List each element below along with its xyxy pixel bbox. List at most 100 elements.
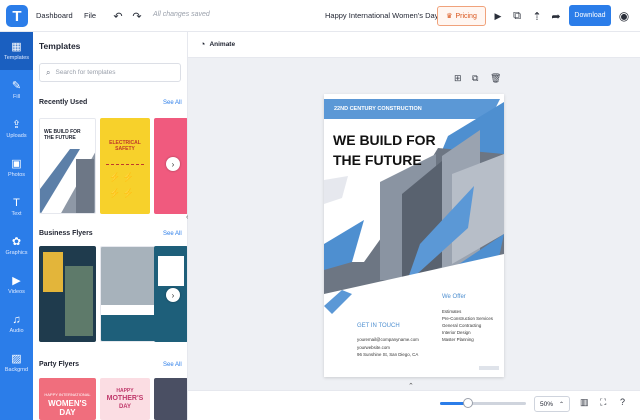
offer-item: Pre-Construction Services xyxy=(442,316,493,321)
carousel-next-recent[interactable]: › xyxy=(166,157,180,171)
poster-headline-line1[interactable]: WE BUILD FOR xyxy=(333,132,436,148)
contact-title[interactable]: GET IN TOUCH xyxy=(357,323,400,329)
rail-item-uploads[interactable]: ⇪ Uploads xyxy=(0,110,33,148)
dashboard-link[interactable]: Dashboard xyxy=(36,11,73,20)
undo-icon[interactable]: ↶ xyxy=(110,8,126,24)
offer-list[interactable]: Estimates Pre-Construction Services Gene… xyxy=(442,308,493,343)
templates-panel: Templates ⌕ Recently Used See All WE BUI… xyxy=(33,32,188,420)
download-button[interactable]: Download xyxy=(569,5,611,26)
rail-label: Backgrnd xyxy=(4,367,29,373)
poster-page[interactable]: 22ND CENTURY CONSTRUCTION WE BUILD FOR T… xyxy=(324,94,504,377)
rail-item-graphics[interactable]: ✿ Graphics xyxy=(0,227,33,265)
share-icon[interactable]: ➦ xyxy=(548,8,564,24)
rail-item-fill[interactable]: ✎ Fill xyxy=(0,71,33,109)
video-icon: ▶ xyxy=(12,275,21,287)
expand-pages-icon[interactable]: ⌃ xyxy=(408,382,414,390)
template-thumb-electrical[interactable]: ELECTRICAL SAFETY ⚡ ⚡ ⚡ ⚡ xyxy=(100,118,150,214)
redo-icon[interactable]: ↷ xyxy=(129,8,145,24)
carousel-next-business[interactable]: › xyxy=(166,288,180,302)
templates-icon: ▦ xyxy=(11,41,22,53)
thumb-decoration xyxy=(43,252,63,292)
save-status: All changes saved xyxy=(153,11,210,18)
duplicate-page-icon[interactable]: ⧉ xyxy=(472,73,478,84)
template-thumb-business-1[interactable] xyxy=(39,246,96,342)
delete-page-icon[interactable]: 🗑 xyxy=(490,73,501,84)
offer-item: Master Planning xyxy=(442,337,474,342)
resize-icon[interactable]: ⧉ xyxy=(509,8,525,24)
publish-icon[interactable]: ⇡ xyxy=(529,8,545,24)
offer-title[interactable]: We Offer xyxy=(442,294,466,300)
section-title-party: Party Flyers xyxy=(39,361,80,368)
thumb-title-line: DAY xyxy=(118,404,132,410)
background-icon: ▨ xyxy=(11,353,22,365)
add-page-icon[interactable]: ⊞ xyxy=(454,73,462,84)
template-thumb-party-3[interactable] xyxy=(154,378,187,420)
template-thumb-construction[interactable]: WE BUILD FOR THE FUTURE xyxy=(39,118,96,214)
offer-item: Estimates xyxy=(442,309,462,314)
offer-item: Interior Design xyxy=(442,330,471,335)
panel-title: Templates xyxy=(39,41,81,51)
rail-label: Graphics xyxy=(5,250,28,256)
template-search[interactable]: ⌕ xyxy=(39,63,181,82)
animate-icon: ◔ xyxy=(200,39,206,49)
thumb-title-line: MOTHER'S xyxy=(106,395,144,402)
text-icon: T xyxy=(13,197,20,209)
upload-icon: ⇪ xyxy=(11,119,22,131)
thumb-decoration xyxy=(106,164,144,206)
rail-label: Photos xyxy=(7,172,26,178)
poster-headline-line2[interactable]: THE FUTURE xyxy=(333,152,422,168)
help-icon[interactable]: ? xyxy=(620,397,625,407)
zoom-slider[interactable] xyxy=(440,402,526,405)
rail-item-background[interactable]: ▨ Backgrnd xyxy=(0,344,33,382)
rail-label: Audio xyxy=(9,328,24,334)
crown-icon: ♛ xyxy=(446,13,453,20)
audio-icon: ♫ xyxy=(12,314,21,326)
top-bar: T Dashboard File ↶ ↷ All changes saved H… xyxy=(0,0,640,32)
rail-item-text[interactable]: T Text xyxy=(0,188,33,226)
chevron-up-icon: ⌃ xyxy=(558,401,565,408)
rail-item-videos[interactable]: ▶ Videos xyxy=(0,266,33,304)
rail-item-photos[interactable]: ▣ Photos xyxy=(0,149,33,187)
search-input[interactable] xyxy=(55,69,166,76)
search-icon: ⌕ xyxy=(46,67,51,77)
lightning-icon: ⚡ ⚡ xyxy=(109,172,134,182)
thumb-title-line: HAPPY xyxy=(116,388,134,394)
notes-icon[interactable]: ▥ xyxy=(580,397,589,408)
file-menu[interactable]: File xyxy=(84,11,96,20)
rail-label: Fill xyxy=(12,94,21,100)
animate-button[interactable]: ◔ Animate xyxy=(200,39,235,49)
left-rail: ▦ Templates ✎ Fill ⇪ Uploads ▣ Photos T … xyxy=(0,32,33,420)
zoom-select[interactable]: 50% ⌃ xyxy=(534,396,570,412)
see-all-party[interactable]: See All xyxy=(163,362,182,368)
template-thumb-business-2[interactable] xyxy=(100,246,157,342)
account-icon[interactable]: ◉ xyxy=(616,8,632,24)
rail-label: Videos xyxy=(8,289,25,295)
contact-list[interactable]: youremail@companyname.com yourwebsite.co… xyxy=(357,336,419,359)
graphics-icon: ✿ xyxy=(11,236,22,248)
thumb-title-line: WOMEN'S DAY xyxy=(48,399,87,417)
rail-label: Templates xyxy=(3,55,30,61)
bottom-bar xyxy=(188,390,640,420)
contact-website: yourwebsite.com xyxy=(357,344,390,350)
contact-address: 96 Sunshine St, San Diego, CA xyxy=(357,352,419,357)
rail-item-templates[interactable]: ▦ Templates xyxy=(0,32,33,70)
see-all-business[interactable]: See All xyxy=(163,231,182,237)
section-title-business: Business Flyers xyxy=(39,230,93,237)
play-icon[interactable]: ▶ xyxy=(490,8,506,24)
pricing-button[interactable]: ♛ Pricing xyxy=(437,6,486,26)
template-thumb-womens-day[interactable]: HAPPY INTERNATIONAL WOMEN'S DAY xyxy=(39,378,96,420)
document-title[interactable]: Happy International Women's Day xyxy=(325,11,438,20)
rail-item-audio[interactable]: ♫ Audio xyxy=(0,305,33,343)
app-logo[interactable]: T xyxy=(6,5,28,27)
plug-icon: ⚡ ⚡ xyxy=(109,188,134,198)
thumb-decoration xyxy=(158,256,184,286)
photo-icon: ▣ xyxy=(11,158,22,170)
fill-icon: ✎ xyxy=(11,80,22,92)
thumb-title: WE BUILD FOR THE FUTURE xyxy=(44,129,81,141)
animate-label: Animate xyxy=(209,40,236,48)
poster-banner[interactable]: 22ND CENTURY CONSTRUCTION xyxy=(334,106,422,112)
offer-item: General Contracting xyxy=(442,323,482,328)
see-all-recent[interactable]: See All xyxy=(163,100,182,106)
fullscreen-icon[interactable]: ⛶ xyxy=(600,397,606,408)
template-thumb-mothers-day[interactable]: HAPPY MOTHER'S DAY xyxy=(100,378,150,420)
